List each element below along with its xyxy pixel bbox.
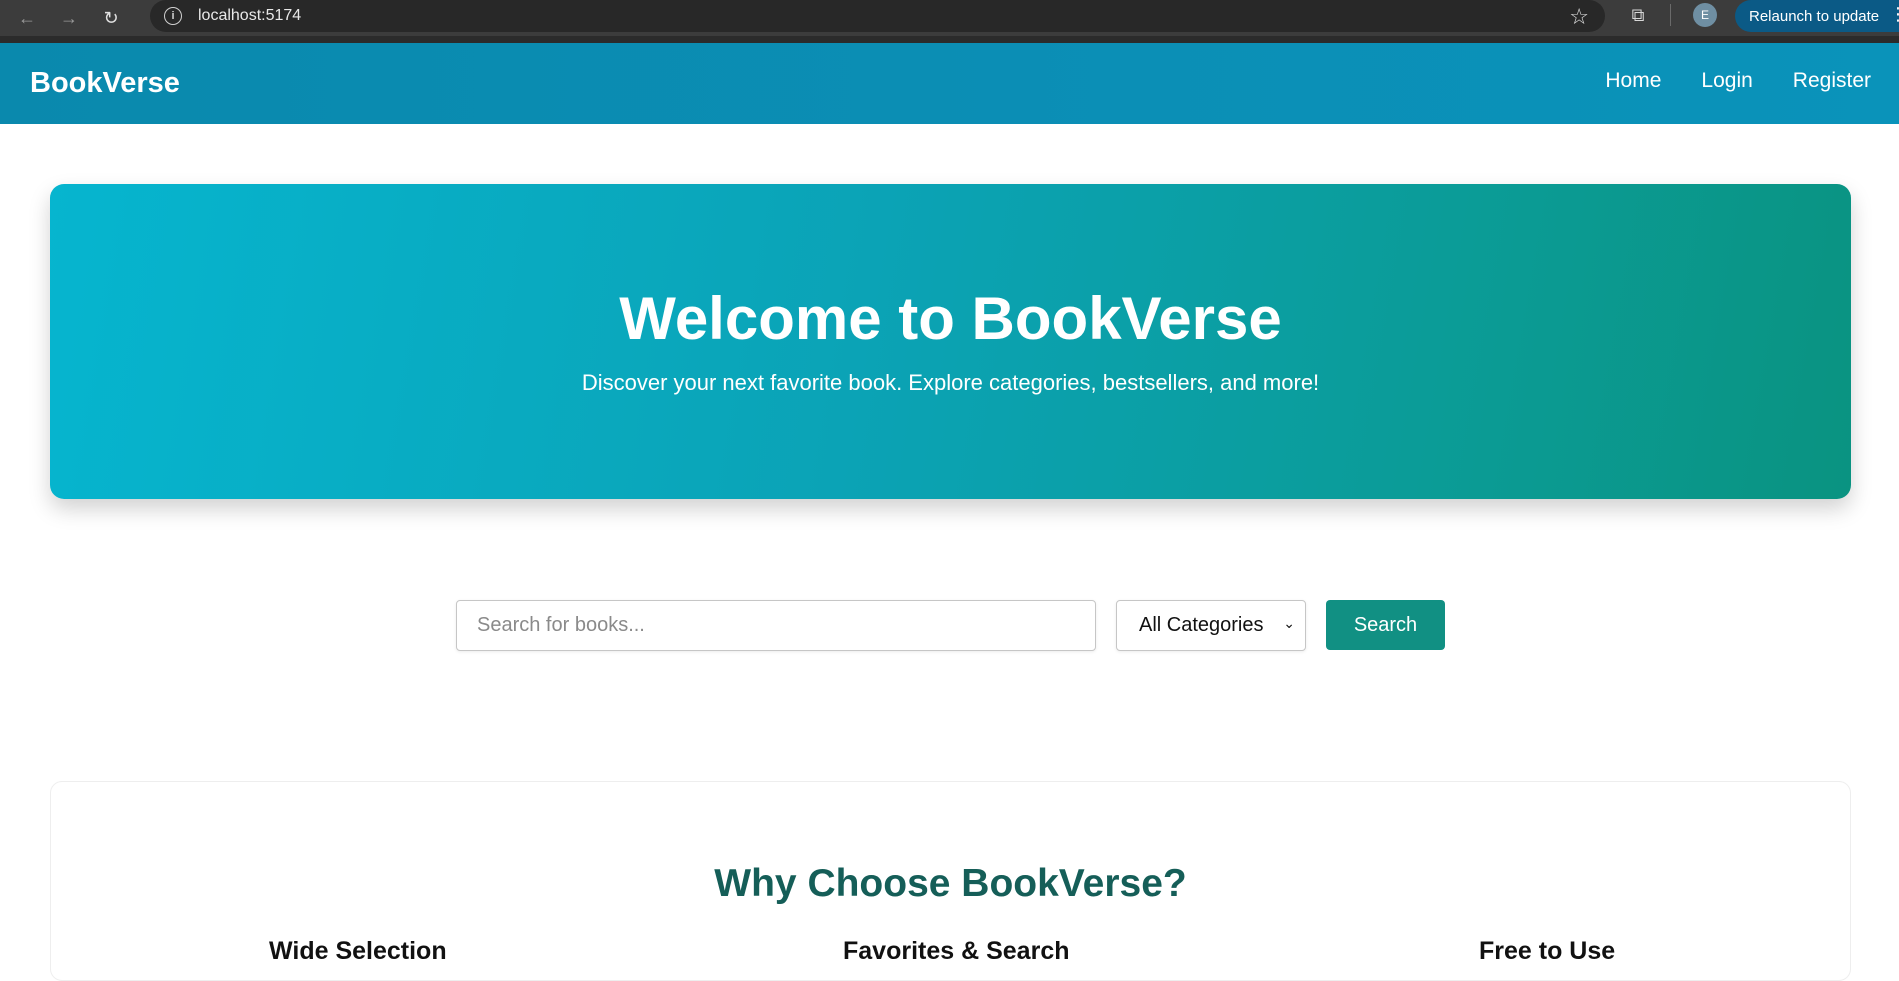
chevron-down-icon: ⌄ <box>1283 615 1295 631</box>
hero-banner: Welcome to BookVerse Discover your next … <box>50 184 1851 499</box>
category-select[interactable]: All Categories ⌄ <box>1116 600 1306 651</box>
relaunch-button[interactable]: Relaunch to update <box>1735 0 1899 32</box>
category-select-value: All Categories <box>1139 614 1264 636</box>
nav-login-link[interactable]: Login <box>1701 69 1752 93</box>
site-info-icon[interactable]: i <box>164 7 182 25</box>
extensions-icon[interactable]: ⧉ <box>1625 2 1651 28</box>
features-title: Why Choose BookVerse? <box>714 862 1187 905</box>
feature-heading-free-to-use: Free to Use <box>1479 937 1616 965</box>
hero-title: Welcome to BookVerse <box>619 285 1282 352</box>
feature-heading-favorites-search: Favorites & Search <box>843 937 1070 965</box>
main-nav: Home Login Register <box>1565 69 1871 93</box>
hero-subtitle: Discover your next favorite book. Explor… <box>581 370 1320 395</box>
book-search-input[interactable] <box>456 600 1096 651</box>
bookmark-star-icon[interactable]: ☆ <box>1569 4 1589 30</box>
address-url[interactable]: localhost:5174 <box>198 7 301 25</box>
site-header: BookVerse Home Login Register <box>0 43 1899 124</box>
forward-icon[interactable]: → <box>54 3 84 33</box>
back-icon[interactable]: ← <box>12 3 42 33</box>
profile-avatar[interactable]: E <box>1693 3 1717 27</box>
features-section: Why Choose BookVerse? Wide Selection Fav… <box>50 781 1851 981</box>
search-button[interactable]: Search <box>1326 600 1445 650</box>
brand-logo[interactable]: BookVerse <box>30 67 180 100</box>
nav-home-link[interactable]: Home <box>1605 69 1661 93</box>
browser-menu-icon[interactable]: ⋮ <box>1889 4 1899 25</box>
reload-icon[interactable]: ↻ <box>96 3 126 33</box>
nav-register-link[interactable]: Register <box>1793 69 1871 93</box>
feature-heading-wide-selection: Wide Selection <box>269 937 447 965</box>
toolbar-divider <box>1670 4 1671 26</box>
address-bar[interactable]: i localhost:5174 ☆ <box>150 0 1605 32</box>
browser-toolbar: ← → ↻ i localhost:5174 ☆ ⧉ E Relaunch to… <box>0 0 1899 43</box>
